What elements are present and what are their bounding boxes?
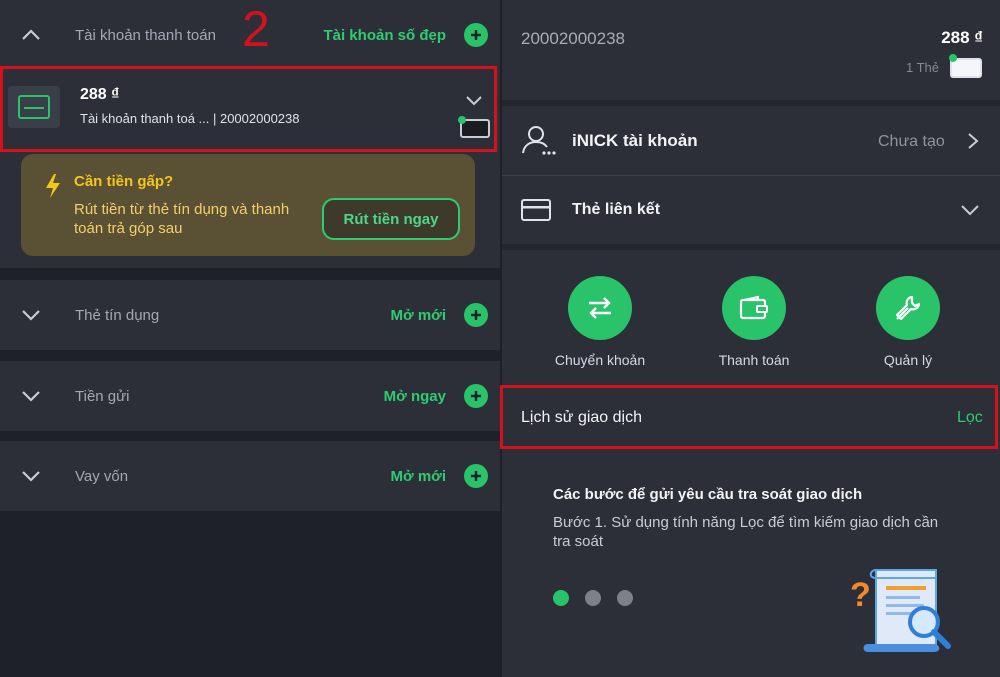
beautiful-number-link[interactable]: Tài khoản số đẹp bbox=[323, 27, 446, 44]
tip-text: Bước 1. Sử dụng tính năng Lọc để tìm kiế… bbox=[553, 514, 939, 550]
deposit-section[interactable]: Tiền gửi Mở ngay bbox=[0, 361, 500, 431]
document-search-illustration: ? bbox=[850, 569, 951, 652]
carousel-dot[interactable] bbox=[617, 590, 633, 606]
payment-button[interactable] bbox=[722, 276, 786, 340]
annotation-highlight-history bbox=[500, 385, 998, 449]
chevron-up-icon[interactable] bbox=[20, 24, 42, 46]
promo-title: Cần tiền gấp? bbox=[74, 173, 174, 190]
divider bbox=[502, 244, 1000, 250]
section-title: Thẻ tín dụng bbox=[75, 306, 160, 324]
status-dot bbox=[949, 54, 957, 62]
chevron-right-icon[interactable] bbox=[966, 132, 980, 150]
chevron-down-icon[interactable] bbox=[20, 304, 42, 326]
transfer-button[interactable] bbox=[568, 276, 632, 340]
user-icon bbox=[522, 126, 556, 155]
open-new-link[interactable]: Mở mới bbox=[391, 307, 447, 324]
account-number: 20002000238 bbox=[521, 29, 626, 48]
accounts-panel: Tài khoản thanh toán Tài khoản số đẹp 2 … bbox=[0, 0, 500, 677]
card-icon bbox=[521, 199, 551, 221]
section-title: Tài khoản thanh toán bbox=[75, 26, 216, 44]
chevron-down-icon[interactable] bbox=[20, 385, 42, 407]
chevron-down-icon[interactable] bbox=[20, 465, 42, 487]
section-title: Tiền gửi bbox=[75, 387, 130, 405]
plus-icon[interactable] bbox=[464, 464, 488, 488]
lightning-icon bbox=[46, 174, 60, 198]
open-now-link[interactable]: Mở ngay bbox=[384, 388, 446, 405]
payment-label: Thanh toán bbox=[718, 352, 790, 368]
credit-card-section[interactable]: Thẻ tín dụng Mở mới bbox=[0, 280, 500, 350]
carousel-dot-active[interactable] bbox=[553, 590, 569, 606]
plus-icon[interactable] bbox=[464, 23, 488, 47]
loan-section[interactable]: Vay vốn Mở mới bbox=[0, 441, 500, 511]
tip-title: Các bước để gửi yêu cầu tra soát giao dị… bbox=[553, 486, 863, 503]
manage-button[interactable] bbox=[876, 276, 940, 340]
inick-status: Chưa tạo bbox=[878, 133, 945, 150]
transfer-icon bbox=[589, 297, 611, 319]
wrench-icon bbox=[895, 295, 921, 321]
linked-card-label: Thẻ liên kết bbox=[572, 201, 661, 218]
plus-icon[interactable] bbox=[464, 384, 488, 408]
open-new-link[interactable]: Mở mới bbox=[391, 468, 447, 485]
card-count: 1 Thẻ bbox=[905, 60, 939, 75]
promo-text: Rút tiền từ thẻ tín dụng và thanh toán t… bbox=[74, 201, 290, 237]
account-balance: 288 ₫ bbox=[941, 28, 983, 47]
section-title: Vay vốn bbox=[75, 467, 129, 485]
plus-icon[interactable] bbox=[464, 303, 488, 327]
chevron-down-icon[interactable] bbox=[960, 202, 980, 218]
inick-label: iNICK tài khoản bbox=[572, 131, 698, 150]
annotation-highlight-account bbox=[0, 66, 497, 152]
wallet-icon bbox=[739, 295, 768, 320]
carousel-dot[interactable] bbox=[585, 590, 601, 606]
annotation-number: 2 bbox=[242, 1, 270, 57]
withdraw-now-button[interactable]: Rút tiền ngay bbox=[322, 198, 460, 240]
transfer-label: Chuyển khoản bbox=[554, 352, 646, 368]
svg-text:?: ? bbox=[850, 576, 871, 614]
manage-label: Quản lý bbox=[883, 352, 933, 368]
